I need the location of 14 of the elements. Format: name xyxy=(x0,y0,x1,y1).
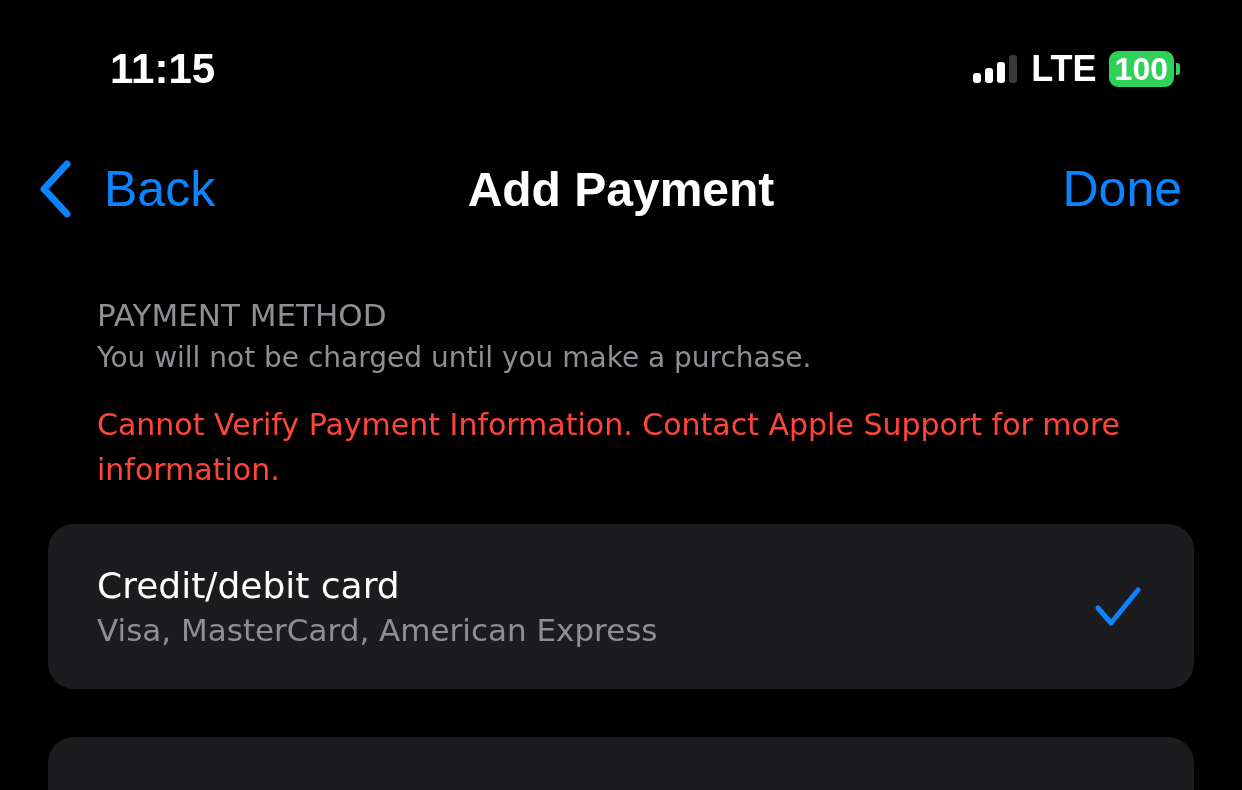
error-message: Cannot Verify Payment Information. Contact Apple Support for more information. xyxy=(97,406,1122,489)
section-header: PAYMENT METHOD xyxy=(97,296,388,335)
option-subtitle: Visa, MasterCard, American Express xyxy=(97,612,658,648)
section-subtitle: You will not be charged until you make a purchase. xyxy=(97,340,813,376)
chevron-left-icon xyxy=(38,160,72,218)
status-time: 11:15 xyxy=(110,45,216,93)
done-button[interactable]: Done xyxy=(1062,160,1182,218)
checkmark-icon xyxy=(1094,585,1142,628)
signal-icon xyxy=(973,55,1020,83)
option-title: Credit/debit card xyxy=(97,565,401,606)
payment-option[interactable]: Credit/debit card Visa, MasterCard, American Express xyxy=(48,524,1194,689)
network-label: LTE xyxy=(1031,48,1097,90)
back-button[interactable]: Back xyxy=(38,160,216,218)
screen-title: Add Payment xyxy=(467,161,775,217)
